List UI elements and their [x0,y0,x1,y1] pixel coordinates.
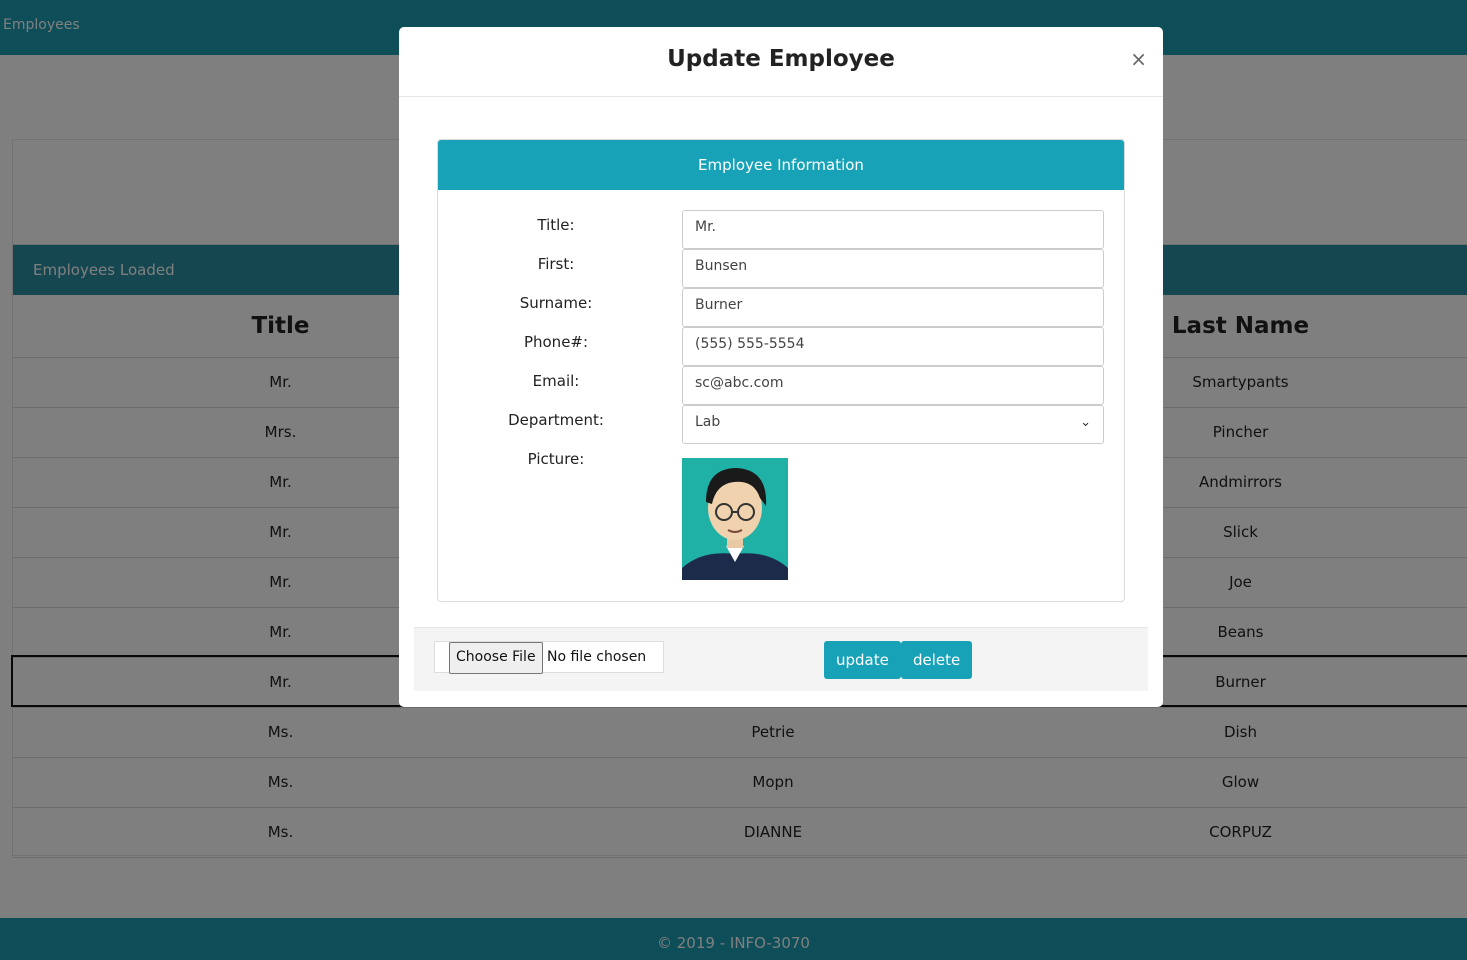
file-status-text: No file chosen [547,649,647,665]
department-selected-value: Lab [695,414,721,430]
employee-picture [682,458,788,580]
surname-input[interactable]: Burner [682,288,1104,327]
employee-info-card-header: Employee Information [438,140,1124,190]
picture-label: Picture: [527,450,585,468]
modal-footer: Choose File No file chosen update delete [414,627,1148,691]
department-label: Department: [508,411,604,429]
delete-button[interactable]: delete [901,641,973,679]
form-row-surname: Surname: Burner [438,288,1124,327]
title-input[interactable]: Mr. [682,210,1104,249]
modal-header: Update Employee × [399,27,1163,97]
form-row-phone: Phone#: (555) 555-5554 [438,327,1124,366]
first-label: First: [537,255,575,273]
close-icon[interactable]: × [1130,47,1147,71]
surname-label: Surname: [519,294,593,312]
title-label: Title: [537,216,575,234]
form-row-department: Department: Lab ⌄ [438,405,1124,444]
modal-title: Update Employee [667,46,895,72]
email-input[interactable]: sc@abc.com [682,366,1104,405]
update-button[interactable]: update [824,641,901,679]
employee-info-card: Employee Information Title: Mr. First: B… [437,139,1125,602]
phone-label: Phone#: [523,333,589,351]
department-select[interactable]: Lab ⌄ [682,405,1104,444]
update-employee-modal: Update Employee × Employee Information T… [399,27,1163,707]
form-row-email: Email: sc@abc.com [438,366,1124,405]
page: Employees Employees Loaded Title Last Na… [0,0,1467,960]
email-label: Email: [532,372,580,390]
phone-input[interactable]: (555) 555-5554 [682,327,1104,366]
file-picker[interactable]: Choose File No file chosen [434,641,664,674]
form-row-first: First: Bunsen [438,249,1124,288]
form-row-title: Title: Mr. [438,210,1124,249]
choose-file-button[interactable]: Choose File [449,642,543,674]
first-name-input[interactable]: Bunsen [682,249,1104,288]
chevron-down-icon: ⌄ [1080,415,1091,430]
